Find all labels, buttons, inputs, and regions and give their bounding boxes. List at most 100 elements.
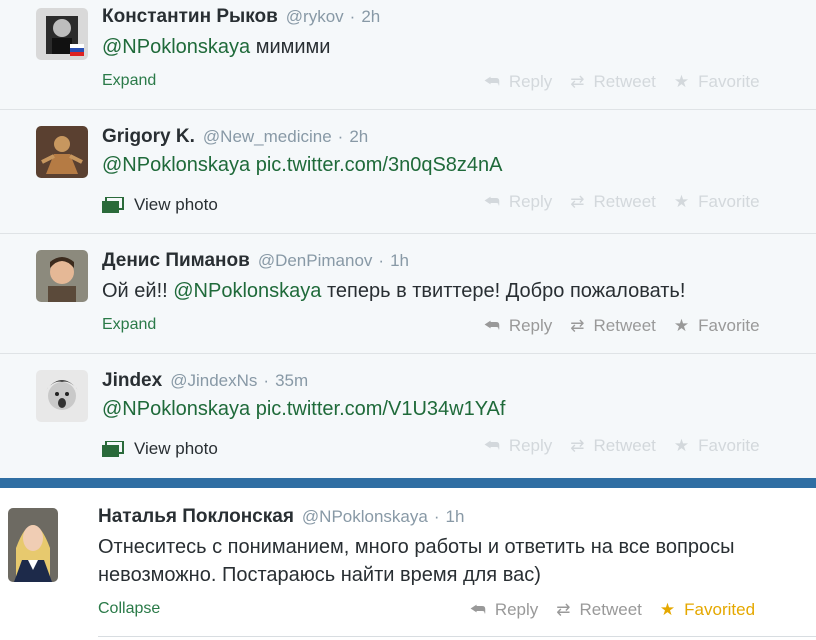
view-photo-label: View photo <box>134 439 218 458</box>
favorite-button[interactable]: ★ Favorite <box>674 316 760 336</box>
retweet-button[interactable]: ⇄ Retweet <box>556 600 642 620</box>
reply-icon: ⮪ <box>484 72 500 91</box>
tweet-text-line-1: Отнеситесь с пониманием, много работы и … <box>98 536 735 558</box>
expand-link[interactable]: Expand <box>102 316 156 334</box>
tweet-item-expanded[interactable]: Наталья Поклонская @NPoklonskaya · 1h Отнес… <box>0 488 816 640</box>
divider <box>98 636 816 637</box>
photo-icon <box>102 440 124 457</box>
avatar[interactable] <box>36 8 88 60</box>
timestamp[interactable]: 1h <box>446 507 465 526</box>
avatar[interactable] <box>8 508 58 582</box>
avatar[interactable] <box>36 126 88 178</box>
author-name[interactable]: Наталья Поклонская <box>98 506 294 527</box>
favorite-button[interactable]: ★ Favorite <box>674 436 760 456</box>
timestamp[interactable]: 1h <box>390 251 409 270</box>
favorite-label: Favorited <box>684 600 756 619</box>
timestamp[interactable]: 2h <box>349 127 368 146</box>
pic-link[interactable]: pic.twitter.com/V1U34w1YAf <box>256 398 506 420</box>
photo-icon <box>102 196 124 213</box>
retweet-icon: ⇄ <box>570 192 585 211</box>
view-photo-label: View photo <box>134 195 218 214</box>
author-name[interactable]: Денис Пиманов <box>102 250 250 271</box>
retweet-label: Retweet <box>593 436 656 455</box>
retweet-icon: ⇄ <box>570 316 585 335</box>
tweet-text: @NPoklonskaya мимими <box>102 34 330 60</box>
mention-link[interactable]: @NPoklonskaya <box>173 280 321 302</box>
tweet-item[interactable]: Jindex @JindexNs · 35m @NPoklonskaya pic.tw… <box>0 354 816 478</box>
avatar[interactable] <box>36 370 88 422</box>
favorite-button[interactable]: ★ Favorite <box>674 72 760 92</box>
separator-dot: · <box>378 251 385 270</box>
tweet-item[interactable]: Grigory K. @New_medicine · 2h @NPoklonskaya… <box>0 110 816 234</box>
favorite-label: Favorite <box>698 72 760 91</box>
reply-label: Reply <box>494 600 539 619</box>
reply-label: Reply <box>508 436 553 455</box>
favorite-label: Favorite <box>698 192 760 211</box>
retweet-icon: ⇄ <box>570 436 585 455</box>
tweet-actions: ⮪ Reply ⇄ Retweet ★ Favorite <box>484 316 778 336</box>
tweet-text: Ой ей!! @NPoklonskaya теперь в твиттере!… <box>102 278 685 304</box>
tweet-body-pre: Ой ей!! <box>102 280 174 302</box>
tweet-item[interactable]: Константин Рыков @rykov · 2h @NPoklonskaya … <box>0 0 816 110</box>
reply-label: Reply <box>508 72 553 91</box>
reply-button[interactable]: ⮪ Reply <box>470 600 538 620</box>
expand-link[interactable]: Expand <box>102 72 156 90</box>
retweet-button[interactable]: ⇄ Retweet <box>570 192 656 212</box>
author-handle[interactable]: @rykov <box>286 7 344 26</box>
author-handle[interactable]: @JindexNs <box>170 371 257 390</box>
tweet-body: мимими <box>250 36 331 58</box>
author-handle[interactable]: @New_medicine <box>203 127 332 146</box>
tweet-text-line-2: невозможно. Постараюсь найти время для в… <box>98 564 541 586</box>
separator-dot: · <box>349 7 356 26</box>
tweet-header: Наталья Поклонская @NPoklonskaya · 1h <box>98 506 464 528</box>
tweet-text: @NPoklonskaya pic.twitter.com/V1U34w1YAf <box>102 396 505 422</box>
reply-icon: ⮪ <box>484 436 500 455</box>
retweet-label: Retweet <box>593 316 656 335</box>
retweet-label: Retweet <box>579 600 642 619</box>
author-name[interactable]: Константин Рыков <box>102 6 278 27</box>
timestamp[interactable]: 2h <box>361 7 380 26</box>
timestamp[interactable]: 35m <box>275 371 308 390</box>
separator-dot: · <box>337 127 344 146</box>
author-name[interactable]: Grigory K. <box>102 126 195 147</box>
reply-icon: ⮪ <box>484 192 500 211</box>
reply-label: Reply <box>508 316 553 335</box>
author-handle[interactable]: @NPoklonskaya <box>302 507 428 526</box>
mention-link[interactable]: @NPoklonskaya <box>102 154 250 176</box>
retweet-button[interactable]: ⇄ Retweet <box>570 72 656 92</box>
view-photo-link[interactable]: View photo <box>102 195 218 215</box>
avatar[interactable] <box>36 250 88 302</box>
retweet-button[interactable]: ⇄ Retweet <box>570 436 656 456</box>
tweet-item[interactable]: Денис Пиманов @DenPimanov · 1h Ой ей!! @NPo… <box>0 234 816 354</box>
star-icon: ★ <box>673 192 690 211</box>
mention-link[interactable]: @NPoklonskaya <box>102 36 250 58</box>
pic-link[interactable]: pic.twitter.com/3n0qS8z4nA <box>256 154 503 176</box>
retweet-label: Retweet <box>593 192 656 211</box>
favorite-button[interactable]: ★ Favorite <box>674 192 760 212</box>
reply-label: Reply <box>508 192 553 211</box>
favorite-label: Favorite <box>698 436 760 455</box>
retweet-button[interactable]: ⇄ Retweet <box>570 316 656 336</box>
tweet-header: Константин Рыков @rykov · 2h <box>102 6 380 28</box>
reply-button[interactable]: ⮪ Reply <box>484 436 552 456</box>
reply-button[interactable]: ⮪ Reply <box>484 316 552 336</box>
author-name[interactable]: Jindex <box>102 370 162 391</box>
separator-dot: · <box>263 371 270 390</box>
view-photo-link[interactable]: View photo <box>102 439 218 459</box>
collapse-link[interactable]: Collapse <box>98 600 160 618</box>
retweet-label: Retweet <box>593 72 656 91</box>
separator-dot: · <box>433 507 440 526</box>
reply-button[interactable]: ⮪ Reply <box>484 192 552 212</box>
tweet-actions: ⮪ Reply ⇄ Retweet ★ Favorite <box>484 192 778 212</box>
star-icon: ★ <box>673 436 690 455</box>
mention-link[interactable]: @NPoklonskaya <box>102 398 250 420</box>
author-handle[interactable]: @DenPimanov <box>258 251 373 270</box>
tweet-header: Jindex @JindexNs · 35m <box>102 370 308 392</box>
tweet-body: теперь в твиттере! Добро пожаловать! <box>321 280 686 302</box>
reply-button[interactable]: ⮪ Reply <box>484 72 552 92</box>
tweet-actions: ⮪ Reply ⇄ Retweet ★ Favorited <box>470 600 773 620</box>
reply-icon: ⮪ <box>484 316 500 335</box>
favorited-button[interactable]: ★ Favorited <box>660 600 755 620</box>
retweet-icon: ⇄ <box>570 72 585 91</box>
tweet-header: Grigory K. @New_medicine · 2h <box>102 126 368 148</box>
